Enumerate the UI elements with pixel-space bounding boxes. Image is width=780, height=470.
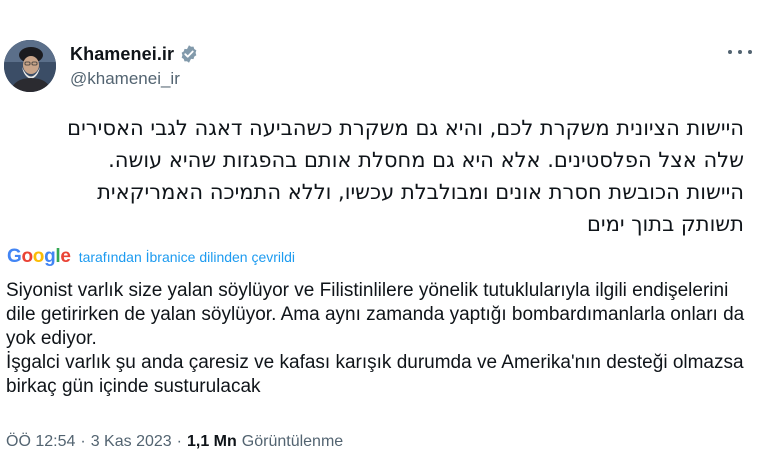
translated-by-link[interactable]: tarafından İbranice dilinden çevrildi <box>79 249 295 265</box>
google-letter: g <box>44 246 56 267</box>
google-logo: Google <box>7 246 71 268</box>
hebrew-line: שלה אצל הפלסטינים. אלא היא גם מחסלת אותם… <box>108 148 744 172</box>
avatar-icon <box>4 40 56 92</box>
hebrew-line: היישות הכובשת חסרת אונים ומבולבלת עכשיו,… <box>97 180 744 204</box>
dot <box>738 50 742 54</box>
meta-separator: · <box>80 433 86 450</box>
tweet-meta: ÖÖ 12:54 · 3 Kas 2023 · 1,1 Mn Görüntüle… <box>6 433 343 451</box>
author-block: Khamenei.ir @khamenei_ir <box>70 43 199 89</box>
tweet: Khamenei.ir @khamenei_ir היישות הציונית … <box>0 0 780 470</box>
tweet-time[interactable]: ÖÖ 12:54 <box>6 433 75 451</box>
handle[interactable]: @khamenei_ir <box>70 69 199 89</box>
hebrew-line: היישות הציונית משקרת לכם, והיא גם משקרת … <box>67 116 744 140</box>
more-options-icon[interactable] <box>728 44 752 60</box>
translated-paragraph: İşgalci varlık şu anda çaresiz ve kafası… <box>6 352 744 397</box>
google-letter: o <box>21 246 33 267</box>
translated-paragraph: Siyonist varlık size yalan söylüyor ve F… <box>6 280 745 349</box>
tweet-text-hebrew: היישות הציונית משקרת לכם, והיא גם משקרת … <box>18 112 744 240</box>
name-row: Khamenei.ir <box>70 43 199 65</box>
meta-separator: · <box>176 433 182 450</box>
dot <box>748 50 752 54</box>
hebrew-line: תשותק בתוך ימים <box>587 212 744 236</box>
tweet-text-translated: Siyonist varlık size yalan söylüyor ve F… <box>6 279 756 399</box>
google-letter: e <box>60 246 71 267</box>
google-letter: o <box>32 246 45 267</box>
views-count: 1,1 Mn <box>186 433 237 450</box>
google-letter: G <box>7 246 22 267</box>
display-name[interactable]: Khamenei.ir <box>70 44 174 65</box>
avatar[interactable] <box>4 40 56 92</box>
translation-attribution: Google tarafından İbranice dilinden çevr… <box>7 246 295 268</box>
views-label: Görüntülenme <box>241 433 344 450</box>
dot <box>728 50 732 54</box>
tweet-date[interactable]: 3 Kas 2023 <box>91 433 172 451</box>
verified-badge-icon[interactable] <box>179 44 199 64</box>
